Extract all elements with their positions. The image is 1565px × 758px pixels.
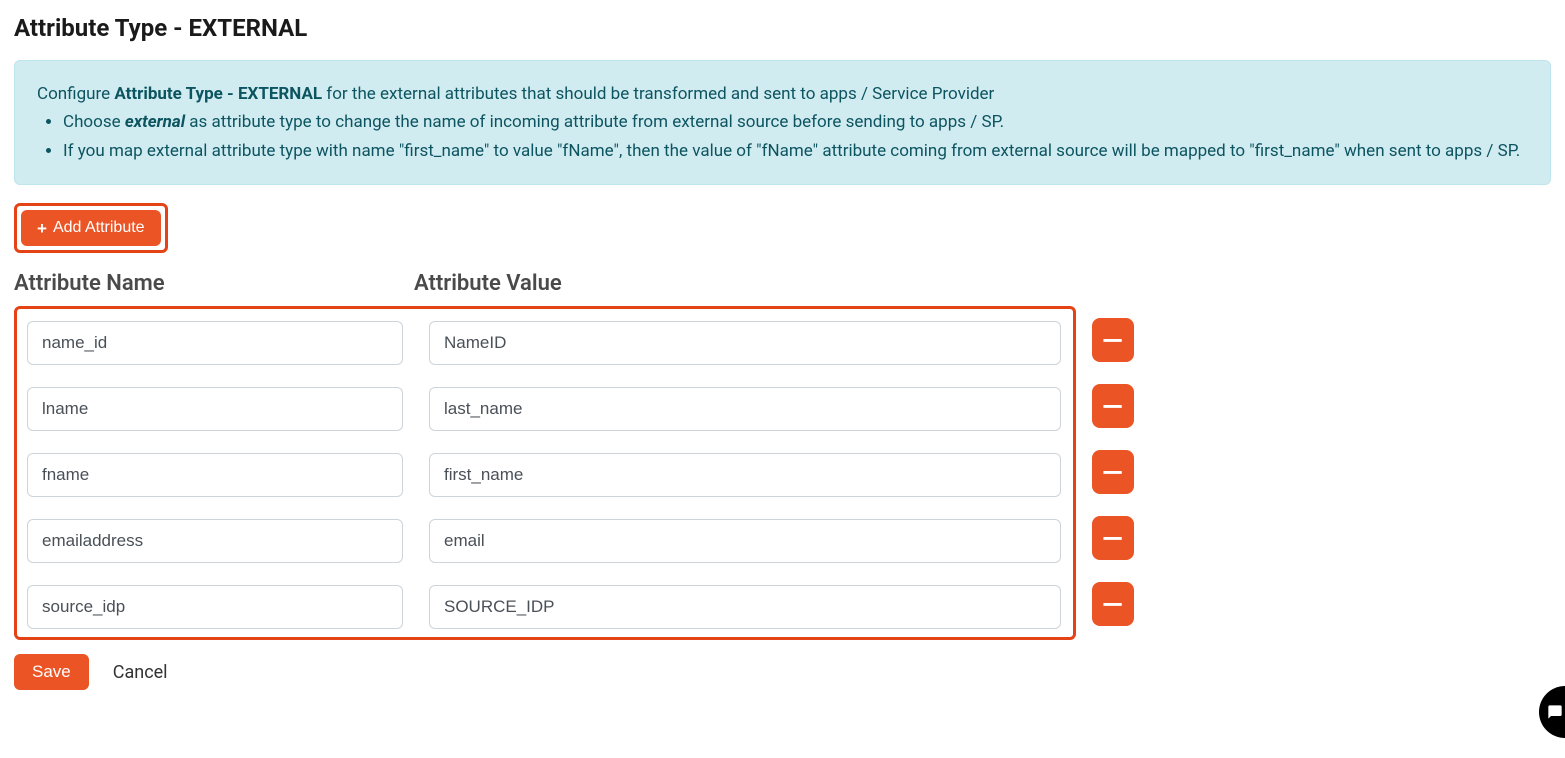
bottom-actions: Save Cancel (14, 654, 1551, 690)
remove-row-button[interactable]: − (1092, 582, 1134, 626)
minus-icon: − (1102, 591, 1123, 617)
attribute-row (27, 585, 1063, 629)
info-bullets: Choose external as attribute type to cha… (37, 109, 1528, 164)
attribute-value-input[interactable] (429, 519, 1061, 563)
add-attribute-button[interactable]: + Add Attribute (21, 210, 161, 246)
cancel-link[interactable]: Cancel (113, 662, 168, 683)
save-button[interactable]: Save (14, 654, 89, 690)
remove-button-column: − − − − − (1092, 318, 1134, 626)
attribute-value-input[interactable] (429, 387, 1061, 431)
info-intro-bold: Attribute Type - EXTERNAL (114, 84, 322, 104)
remove-row-button[interactable]: − (1092, 516, 1134, 560)
header-attribute-value: Attribute Value (414, 271, 562, 296)
remove-row-button[interactable]: − (1092, 384, 1134, 428)
attribute-name-input[interactable] (27, 585, 403, 629)
attribute-name-input[interactable] (27, 453, 403, 497)
bullet1-prefix: Choose (63, 112, 125, 132)
chat-widget[interactable] (1539, 686, 1565, 738)
attribute-row (27, 321, 1063, 365)
rows-container: − − − − − (14, 306, 1551, 640)
page-title: Attribute Type - EXTERNAL (14, 14, 1551, 42)
attribute-value-input[interactable] (429, 321, 1061, 365)
chat-icon (1547, 704, 1563, 720)
minus-icon: − (1102, 393, 1123, 419)
info-intro: Configure Attribute Type - EXTERNAL for … (37, 81, 1528, 107)
minus-icon: − (1102, 525, 1123, 551)
bullet1-suffix: as attribute type to change the name of … (185, 112, 1004, 132)
remove-row-button[interactable]: − (1092, 318, 1134, 362)
attribute-row (27, 519, 1063, 563)
plus-icon: + (37, 220, 47, 237)
attribute-row (27, 453, 1063, 497)
attribute-row-inputs (27, 387, 1061, 431)
attribute-row-inputs (27, 321, 1061, 365)
attribute-value-input[interactable] (429, 453, 1061, 497)
minus-icon: − (1102, 459, 1123, 485)
add-attribute-highlight: + Add Attribute (14, 203, 168, 253)
attribute-value-input[interactable] (429, 585, 1061, 629)
attribute-row (27, 387, 1063, 431)
minus-icon: − (1102, 327, 1123, 353)
attribute-rows-highlight (14, 306, 1076, 640)
attribute-name-input[interactable] (27, 321, 403, 365)
column-headers: Attribute Name Attribute Value (14, 271, 1551, 296)
info-intro-prefix: Configure (37, 84, 114, 104)
info-bullet-2: If you map external attribute type with … (63, 138, 1528, 164)
add-attribute-label: Add Attribute (53, 219, 145, 237)
attribute-name-input[interactable] (27, 387, 403, 431)
remove-row-button[interactable]: − (1092, 450, 1134, 494)
info-box: Configure Attribute Type - EXTERNAL for … (14, 60, 1551, 185)
attribute-name-input[interactable] (27, 519, 403, 563)
attribute-row-inputs (27, 585, 1061, 629)
info-bullet-1: Choose external as attribute type to cha… (63, 109, 1528, 135)
info-intro-suffix: for the external attributes that should … (322, 84, 994, 104)
attribute-row-inputs (27, 453, 1061, 497)
attribute-row-inputs (27, 519, 1061, 563)
bullet1-em: external (125, 112, 185, 132)
header-attribute-name: Attribute Name (14, 271, 414, 296)
